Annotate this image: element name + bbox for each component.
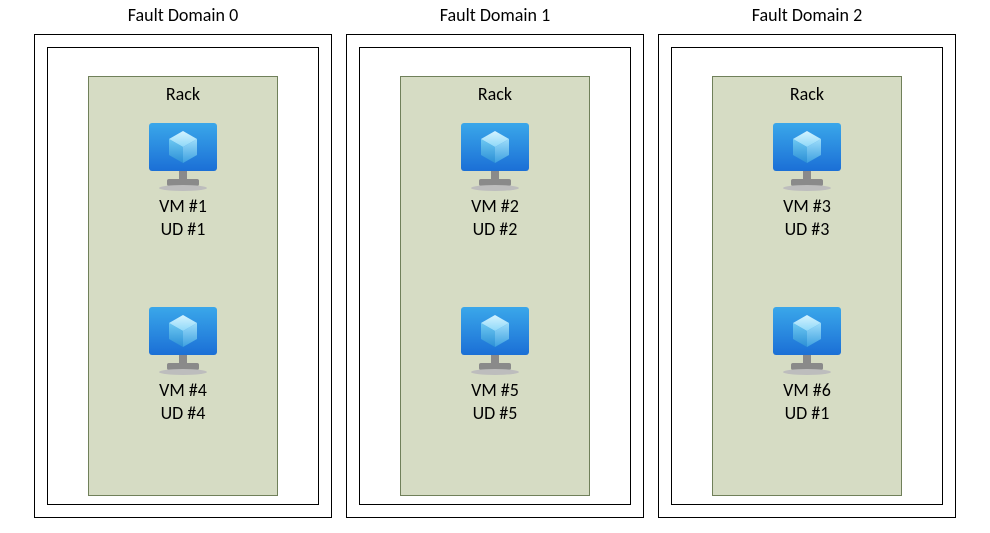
fault-domain-title: Fault Domain 0	[34, 4, 332, 26]
vm-monitor-icon	[768, 305, 846, 375]
rack-label: Rack	[401, 83, 589, 105]
ud-label: UD #4	[89, 402, 277, 425]
vm-monitor-icon	[456, 305, 534, 375]
vm-label: VM #4	[89, 379, 277, 402]
vm-monitor-icon	[144, 121, 222, 191]
ud-label: UD #3	[713, 218, 901, 241]
fault-domain-outer: Rack VM #2 UD #2 VM #5 UD #5	[346, 34, 644, 518]
vm-monitor-icon	[144, 305, 222, 375]
vm-label: VM #3	[713, 195, 901, 218]
rack: Rack VM #3 UD #3 VM #6 UD #1	[712, 76, 902, 496]
vm-monitor-icon	[456, 121, 534, 191]
fault-domain-inner: Rack VM #3 UD #3 VM #6 UD #1	[671, 47, 943, 505]
vm-entry: VM #2 UD #2	[401, 121, 589, 242]
vm-entry: VM #5 UD #5	[401, 305, 589, 426]
rack-label: Rack	[89, 83, 277, 105]
vm-label: VM #1	[89, 195, 277, 218]
vm-entry: VM #6 UD #1	[713, 305, 901, 426]
fault-domain-title: Fault Domain 2	[658, 4, 956, 26]
vm-label: VM #2	[401, 195, 589, 218]
fault-domain-inner: Rack VM #2 UD #2 VM #5 UD #5	[359, 47, 631, 505]
ud-label: UD #5	[401, 402, 589, 425]
vm-entry: VM #1 UD #1	[89, 121, 277, 242]
fault-domain-title: Fault Domain 1	[346, 4, 644, 26]
fault-domain-outer: Rack VM #3 UD #3 VM #6 UD #1	[658, 34, 956, 518]
diagram-canvas: Fault Domain 0 Rack VM #1 UD #1 VM #4 UD…	[0, 0, 990, 533]
vm-monitor-icon	[768, 121, 846, 191]
ud-label: UD #1	[713, 402, 901, 425]
fault-domain-outer: Rack VM #1 UD #1 VM #4 UD #4	[34, 34, 332, 518]
vm-label: VM #6	[713, 379, 901, 402]
rack: Rack VM #2 UD #2 VM #5 UD #5	[400, 76, 590, 496]
ud-label: UD #2	[401, 218, 589, 241]
rack-label: Rack	[713, 83, 901, 105]
fault-domain-inner: Rack VM #1 UD #1 VM #4 UD #4	[47, 47, 319, 505]
vm-entry: VM #4 UD #4	[89, 305, 277, 426]
vm-entry: VM #3 UD #3	[713, 121, 901, 242]
vm-label: VM #5	[401, 379, 589, 402]
rack: Rack VM #1 UD #1 VM #4 UD #4	[88, 76, 278, 496]
ud-label: UD #1	[89, 218, 277, 241]
